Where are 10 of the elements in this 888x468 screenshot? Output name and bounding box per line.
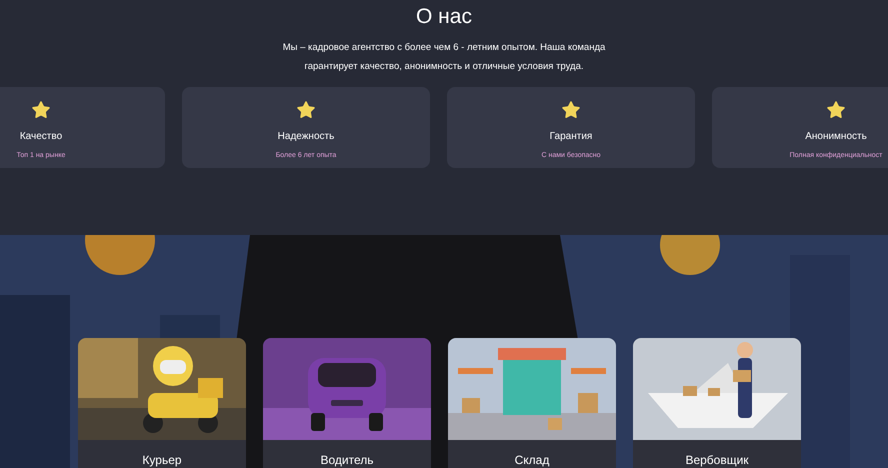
star-icon	[561, 100, 581, 120]
intro-text: Мы – кадровое агентство с более чем 6 - летним опытом. Наша команда гарантирует качество, анонимность и отличные условия труда.	[282, 41, 606, 74]
star-icon	[31, 100, 51, 120]
star-icon	[296, 100, 316, 120]
section-title: О нас	[416, 4, 472, 30]
star-icon	[826, 100, 846, 120]
feature-title: Качество	[20, 130, 62, 144]
feature-title: Гарантия	[550, 130, 592, 144]
feature-title: Надежность	[278, 130, 334, 144]
feature-title: Анонимность	[805, 130, 867, 144]
